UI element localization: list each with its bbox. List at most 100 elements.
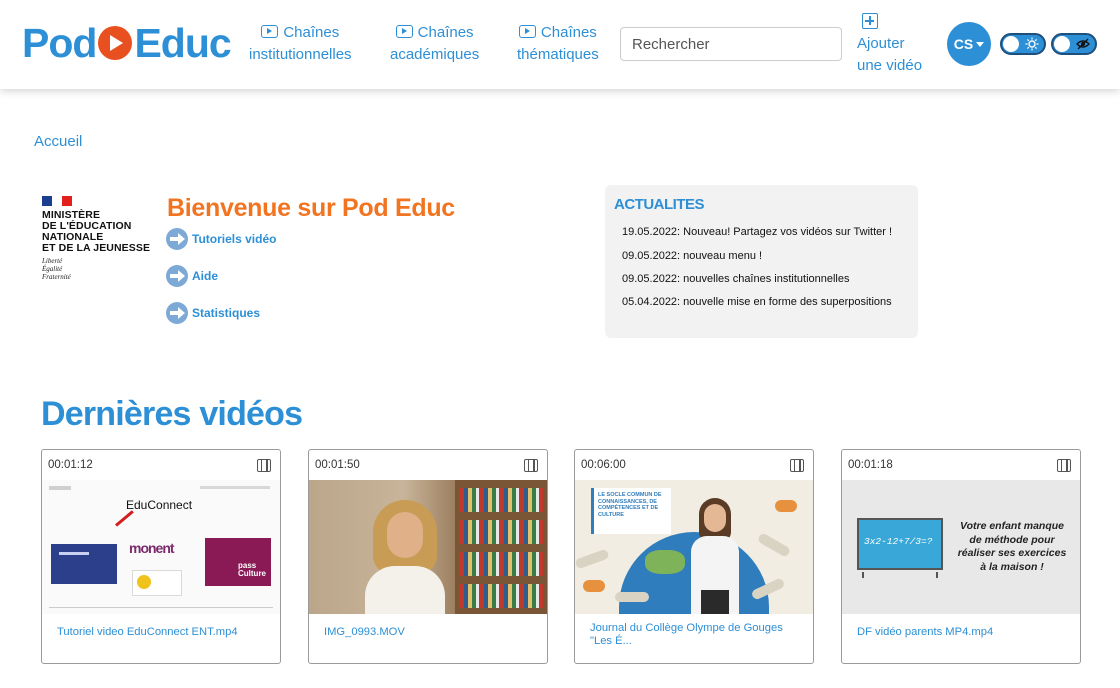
books-row xyxy=(459,552,543,576)
video-thumbnail[interactable]: 3x2-12+7/3=? Votre enfant manque de méth… xyxy=(842,480,1080,614)
ministry-logo: MINISTÈRE DE L'ÉDUCATION NATIONALE ET DE… xyxy=(42,196,154,281)
welcome-title: Bienvenue sur Pod Educ xyxy=(167,194,455,222)
sun-icon xyxy=(1025,37,1039,51)
video-channel-icon xyxy=(261,25,279,38)
link-label: Statistiques xyxy=(192,306,261,320)
toggle-knob xyxy=(1003,36,1019,52)
latest-videos-title: Dernières vidéos xyxy=(41,395,303,433)
video-card[interactable]: 00:06:00 LE SOCLE COMMUN DE CONNAISSANCE… xyxy=(574,449,814,664)
breadcrumb-home[interactable]: Accueil xyxy=(34,133,82,150)
link-label: Tutoriels vidéo xyxy=(192,232,277,246)
video-title-link[interactable]: DF vidéo parents MP4.mp4 xyxy=(857,626,1069,639)
video-duration: 00:01:18 xyxy=(848,459,893,471)
microphone-illustration xyxy=(756,532,792,558)
podeduc-logo[interactable]: Pod Educ xyxy=(22,20,232,66)
video-thumbnail[interactable]: LE SOCLE COMMUN DE CONNAISSANCES, DE COM… xyxy=(575,480,813,614)
top-navbar: Pod Educ Chaînes institutionnelles Chaîn… xyxy=(0,0,1120,89)
ministry-name-line: ET DE LA JEUNESSE xyxy=(42,242,151,254)
link-statistics[interactable]: Statistiques xyxy=(166,302,260,324)
link-help[interactable]: Aide xyxy=(166,265,218,287)
caret-down-icon xyxy=(976,41,985,47)
board-leg xyxy=(862,572,864,578)
motto-line: Liberté xyxy=(42,257,63,265)
video-card[interactable]: 00:01:18 3x2-12+7/3=? Votre enfant manqu… xyxy=(841,449,1081,664)
microphone-illustration xyxy=(575,548,610,570)
microphone-illustration xyxy=(775,500,797,512)
blackboard: 3x2-12+7/3=? xyxy=(857,518,943,570)
user-menu-button[interactable]: CS xyxy=(947,22,991,66)
face xyxy=(387,512,423,558)
nav-label: thématiques xyxy=(517,46,599,63)
video-duration: 00:01:12 xyxy=(48,459,93,471)
french-flag-icon xyxy=(42,196,72,206)
video-title-link[interactable]: Journal du Collège Olympe de Gouges "Les… xyxy=(590,622,802,648)
globe-land xyxy=(645,550,685,574)
plus-square-icon xyxy=(862,13,878,29)
books-row xyxy=(459,584,543,608)
thumb-detail xyxy=(200,486,270,489)
motto-line: Égalité xyxy=(42,265,63,273)
nav-institutional-channels[interactable]: Chaînes institutionnelles xyxy=(249,22,352,66)
pass-culture-logo: pass Culture xyxy=(205,538,271,586)
video-channel-icon xyxy=(518,25,536,38)
nav-label: académiques xyxy=(390,46,480,63)
video-card[interactable]: 00:01:50 IMG_0993.MOV xyxy=(308,449,548,664)
books-row xyxy=(459,520,543,544)
film-icon xyxy=(524,459,538,472)
play-logo-icon xyxy=(98,26,133,60)
presenter-figure xyxy=(687,498,743,614)
news-panel: ACTUALITES 19.05.2022: Nouveau! Partagez… xyxy=(605,185,918,338)
sign-text: LE SOCLE COMMUN DE CONNAISSANCES, DE COM… xyxy=(598,492,662,518)
arrow-right-circle-icon xyxy=(166,302,188,324)
monent-logo: monent xyxy=(129,540,175,556)
toggle-knob xyxy=(1054,36,1070,52)
thumb-message: Votre enfant manque de méthode pour réal… xyxy=(957,520,1067,573)
link-video-tutorials[interactable]: Tutoriels vidéo xyxy=(166,228,276,250)
dark-mode-toggle[interactable] xyxy=(1000,33,1046,55)
news-item: 05.04.2022: nouvelle mise en forme des s… xyxy=(622,296,892,308)
educonnect-label: EduConnect xyxy=(126,498,193,512)
film-icon xyxy=(257,459,271,472)
socle-commun-sign: LE SOCLE COMMUN DE CONNAISSANCES, DE COM… xyxy=(591,488,671,534)
microphone-illustration xyxy=(583,580,605,592)
arrow-right-circle-icon xyxy=(166,228,188,250)
board-leg xyxy=(936,572,938,578)
nav-label: institutionnelles xyxy=(249,46,352,63)
books-row xyxy=(459,488,543,512)
arrow-right-circle-icon xyxy=(166,265,188,287)
dyslexia-mode-toggle[interactable] xyxy=(1051,33,1097,55)
news-title: ACTUALITES xyxy=(614,196,705,213)
add-video-button[interactable]: Ajouter une vidéo xyxy=(857,13,922,77)
legs xyxy=(701,590,729,614)
search-input[interactable] xyxy=(620,27,842,61)
eye-slash-icon xyxy=(1076,38,1090,50)
thumb-detail xyxy=(49,486,71,490)
red-arrow xyxy=(115,510,134,527)
news-item: 19.05.2022: Nouveau! Partagez vos vidéos… xyxy=(622,226,893,238)
video-channel-icon xyxy=(395,25,413,38)
video-duration: 00:01:50 xyxy=(315,459,360,471)
link-label: Aide xyxy=(192,269,219,283)
body xyxy=(365,566,445,614)
video-duration: 00:06:00 xyxy=(581,459,626,471)
face xyxy=(704,504,726,532)
board-equation: 3x2-12+7/3=? xyxy=(864,536,933,547)
video-thumbnail[interactable] xyxy=(309,480,547,614)
speaker-figure xyxy=(365,500,445,614)
film-icon xyxy=(790,459,804,472)
thumb-detail xyxy=(49,607,273,608)
news-item: 09.05.2022: nouveau menu ! xyxy=(622,250,763,262)
video-title-link[interactable]: Tutoriel video EduConnect ENT.mp4 xyxy=(57,626,269,639)
add-video-label: une vidéo xyxy=(857,57,923,74)
nav-thematic-channels[interactable]: Chaînes thématiques xyxy=(517,22,599,66)
nav-label: Chaînes xyxy=(283,24,340,41)
user-initials: CS xyxy=(953,36,974,52)
video-title-link[interactable]: IMG_0993.MOV xyxy=(324,626,536,639)
nav-label: Chaînes xyxy=(540,24,597,41)
video-card[interactable]: 00:01:12 EduConnect monent pass Culture … xyxy=(41,449,281,664)
nav-academic-channels[interactable]: Chaînes académiques xyxy=(390,22,479,66)
motto-line: Fraternité xyxy=(42,273,71,281)
video-thumbnail[interactable]: EduConnect monent pass Culture xyxy=(42,480,280,614)
thumb-screenshot xyxy=(51,544,117,584)
add-video-label: Ajouter xyxy=(857,35,905,52)
